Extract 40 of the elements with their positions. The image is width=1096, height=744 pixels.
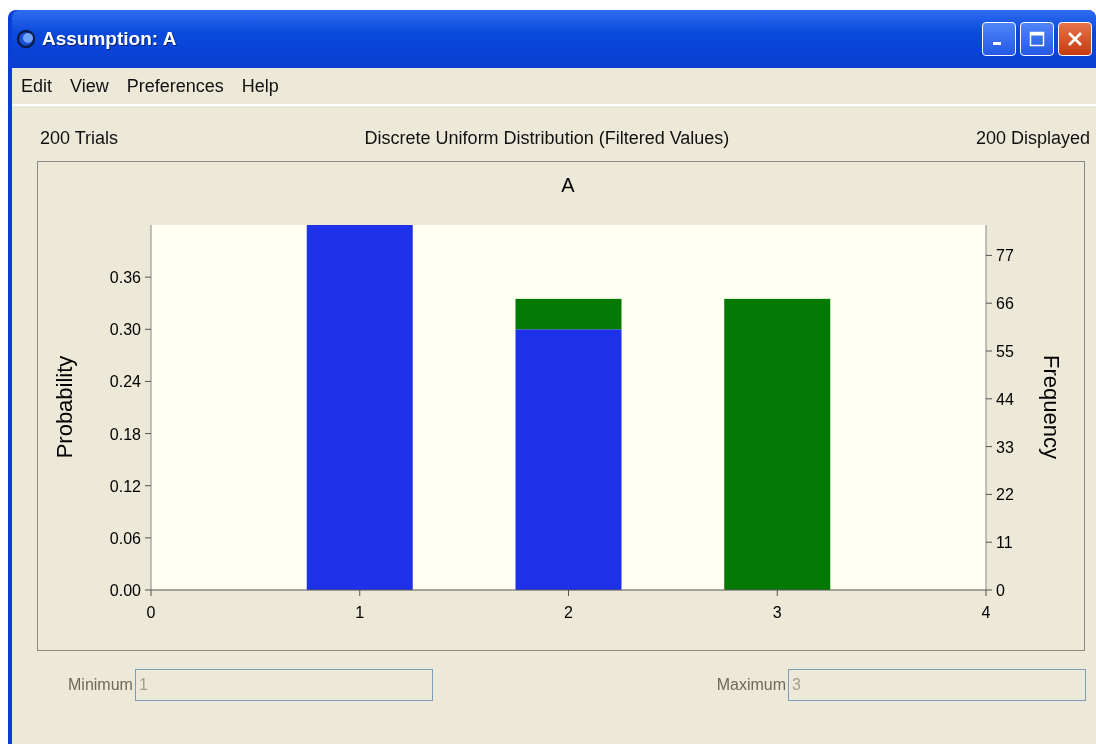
menu-item[interactable]: View (61, 75, 118, 97)
menu-item[interactable]: Help (232, 75, 288, 97)
chart-title: A (561, 174, 575, 196)
window-title: Assumption: A (42, 28, 178, 50)
displayed-count: 200 Displayed (975, 128, 1090, 149)
close-button[interactable] (1058, 22, 1092, 56)
axis-tick-label: 0.24 (109, 373, 141, 391)
maximize-icon (1029, 31, 1045, 47)
axis-tick-label: 2 (564, 604, 573, 621)
axis-tick-label: 0.12 (109, 477, 141, 495)
minimize-button[interactable] (982, 22, 1016, 56)
axis-tick-label: 66 (996, 295, 1014, 313)
ring-icon (16, 29, 36, 49)
axis-title: Frequency (1039, 355, 1064, 459)
axis-tick-label: 11 (996, 534, 1013, 552)
axis-tick-label: 0.06 (109, 529, 141, 547)
axis-tick-label: 44 (996, 390, 1014, 408)
axis-title: Probability (52, 355, 77, 459)
field-label: Maximum (716, 676, 786, 694)
axis-tick-label: 0.30 (109, 321, 141, 339)
distribution-title: Discrete Uniform Distribution (Filtered Values) (364, 128, 730, 149)
axis-tick-label: 0.36 (109, 269, 141, 287)
axis-tick-label: 0.00 (109, 582, 141, 599)
axis-tick-label: 33 (996, 438, 1014, 456)
axis-tick-label: 1 (355, 604, 365, 621)
axis-tick-label: 22 (996, 486, 1014, 504)
axis-tick-label: 55 (996, 343, 1014, 360)
axis-tick-label: 77 (996, 247, 1014, 265)
axis-tick-label: 0 (996, 582, 1005, 599)
field-label: Minimum (68, 676, 133, 694)
menu-item[interactable]: Preferences (117, 75, 233, 97)
maximize-button[interactable] (1020, 22, 1054, 56)
axis-tick-label: 0 (146, 604, 156, 621)
axis-tick-label: 0.18 (109, 425, 141, 443)
trials-count: 200 Trials (40, 128, 119, 149)
menu-item[interactable]: Edit (12, 75, 62, 97)
minimize-icon (993, 41, 1001, 45)
close-icon (1067, 31, 1083, 47)
axis-tick-label: 4 (981, 604, 991, 621)
axis-tick-label: 3 (772, 604, 782, 621)
